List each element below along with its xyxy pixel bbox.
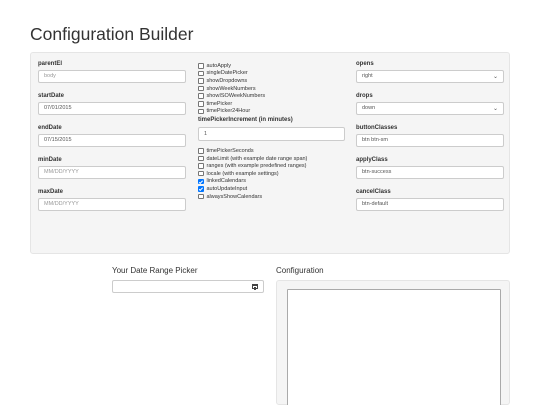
checkbox-list-bottom: timePickerSeconds dateLimit (with exampl… [198,147,345,200]
showWeekNumbers-label: showWeekNumbers [206,85,256,92]
timePickerSeconds-option[interactable]: timePickerSeconds [198,147,345,155]
minDate-group: minDate MM/DD/YYYY [38,156,186,183]
dateLimit-checkbox[interactable] [198,155,204,162]
alwaysShowCalendars-checkbox[interactable] [198,193,204,200]
parentEl-label: parentEl [38,61,63,67]
style-options-column: opens right ⌄ drops down ⌄ buttonClasses b… [356,60,504,220]
checkbox-list-top: autoApply singleDatePicker showDropdowns… [198,62,345,115]
cancelClass-group: cancelClass btn-default [356,188,504,215]
showDropdowns-checkbox[interactable] [198,78,204,84]
applyClass-label: applyClass [356,157,388,163]
locale-checkbox[interactable] [198,170,204,177]
timePickerSeconds-label: timePickerSeconds [206,147,254,154]
parentEl-input[interactable]: body [38,70,186,83]
showISOWeekNumbers-checkbox[interactable] [198,93,204,99]
cancelClass-label: cancelClass [356,189,391,195]
showISOWeekNumbers-label: showISOWeekNumbers [206,93,266,100]
page-title: Configuration Builder [30,24,194,44]
opens-select[interactable]: right ⌄ [356,70,504,83]
date-range-picker-title: Your Date Range Picker [112,266,198,275]
linkedCalendars-option[interactable]: linkedCalendars [198,178,345,186]
opens-group: opens right ⌄ [356,60,504,87]
autoUpdateInput-option[interactable]: autoUpdateInput [198,185,345,193]
options-panel: parentEl body startDate 07/01/2015 endDa… [30,52,510,254]
configuration-panel [276,280,510,405]
drops-group: drops down ⌄ [356,92,504,119]
toggle-options-column: autoApply singleDatePicker showDropdowns… [198,62,345,200]
timePicker-checkbox[interactable] [198,101,204,107]
ranges-checkbox[interactable] [198,163,204,169]
opens-label: opens [356,61,374,67]
timePickerIncrement-input[interactable]: 1 [198,127,345,142]
startDate-group: startDate 07/01/2015 [38,92,186,119]
applyClass-group: applyClass btn-success [356,156,504,183]
opens-value: right [362,73,373,79]
endDate-label: endDate [38,125,62,131]
showWeekNumbers-checkbox[interactable] [198,85,204,92]
timePicker-label: timePicker [206,100,233,107]
singleDatePicker-checkbox[interactable] [198,70,204,77]
autoApply-option[interactable]: autoApply [198,62,345,70]
chevron-down-icon: ⌄ [492,74,498,80]
timePicker24Hour-checkbox[interactable] [198,108,204,115]
drops-label: drops [356,93,373,99]
dateLimit-label: dateLimit (with example date range span) [206,155,308,162]
chevron-down-icon: ⌄ [492,106,498,112]
maxDate-label: maxDate [38,189,64,195]
ranges-label: ranges (with example predefined ranges) [206,163,307,170]
linkedCalendars-checkbox[interactable] [198,178,204,185]
autoApply-label: autoApply [206,62,231,69]
startDate-input[interactable]: 07/01/2015 [38,102,186,115]
calendar-icon[interactable] [252,284,258,289]
timePickerIncrement-label: timePickerIncrement (in minutes) [198,117,293,124]
minDate-input[interactable]: MM/DD/YYYY [38,166,186,179]
showWeekNumbers-option[interactable]: showWeekNumbers [198,85,345,93]
autoApply-checkbox[interactable] [198,63,204,69]
ranges-option[interactable]: ranges (with example predefined ranges) [198,162,345,170]
alwaysShowCalendars-label: alwaysShowCalendars [206,193,263,200]
buttonClasses-group: buttonClasses btn btn-sm [356,124,504,151]
locale-label: locale (with example settings) [206,170,279,177]
applyClass-input[interactable]: btn-success [356,166,504,179]
drops-value: down [362,105,376,111]
drops-select[interactable]: down ⌄ [356,102,504,115]
singleDatePicker-option[interactable]: singleDatePicker [198,70,345,78]
endDate-group: endDate 07/15/2015 [38,124,186,151]
maxDate-input[interactable]: MM/DD/YYYY [38,198,186,211]
showISOWeekNumbers-option[interactable]: showISOWeekNumbers [198,92,345,100]
configuration-textarea[interactable] [287,289,501,405]
timePicker24Hour-label: timePicker24Hour [206,108,251,115]
locale-option[interactable]: locale (with example settings) [198,170,345,178]
timePickerSeconds-checkbox[interactable] [198,148,204,154]
configuration-title: Configuration [276,266,324,275]
buttonClasses-input[interactable]: btn btn-sm [356,134,504,147]
showDropdowns-option[interactable]: showDropdowns [198,77,345,85]
buttonClasses-label: buttonClasses [356,125,398,131]
date-options-column: parentEl body startDate 07/01/2015 endDa… [38,60,186,220]
parentEl-group: parentEl body [38,60,186,87]
linkedCalendars-label: linkedCalendars [206,178,246,185]
date-range-picker-input[interactable] [112,280,264,293]
alwaysShowCalendars-option[interactable]: alwaysShowCalendars [198,193,345,201]
maxDate-group: maxDate MM/DD/YYYY [38,188,186,215]
minDate-label: minDate [38,157,62,163]
timePicker24Hour-option[interactable]: timePicker24Hour [198,108,345,116]
dateLimit-option[interactable]: dateLimit (with example date range span) [198,155,345,163]
singleDatePicker-label: singleDatePicker [206,70,248,77]
showDropdowns-label: showDropdowns [206,77,248,84]
startDate-label: startDate [38,93,65,99]
timePicker-option[interactable]: timePicker [198,100,345,108]
cancelClass-input[interactable]: btn-default [356,198,504,211]
autoUpdateInput-checkbox[interactable] [198,186,204,192]
autoUpdateInput-label: autoUpdateInput [206,185,248,192]
endDate-input[interactable]: 07/15/2015 [38,134,186,147]
